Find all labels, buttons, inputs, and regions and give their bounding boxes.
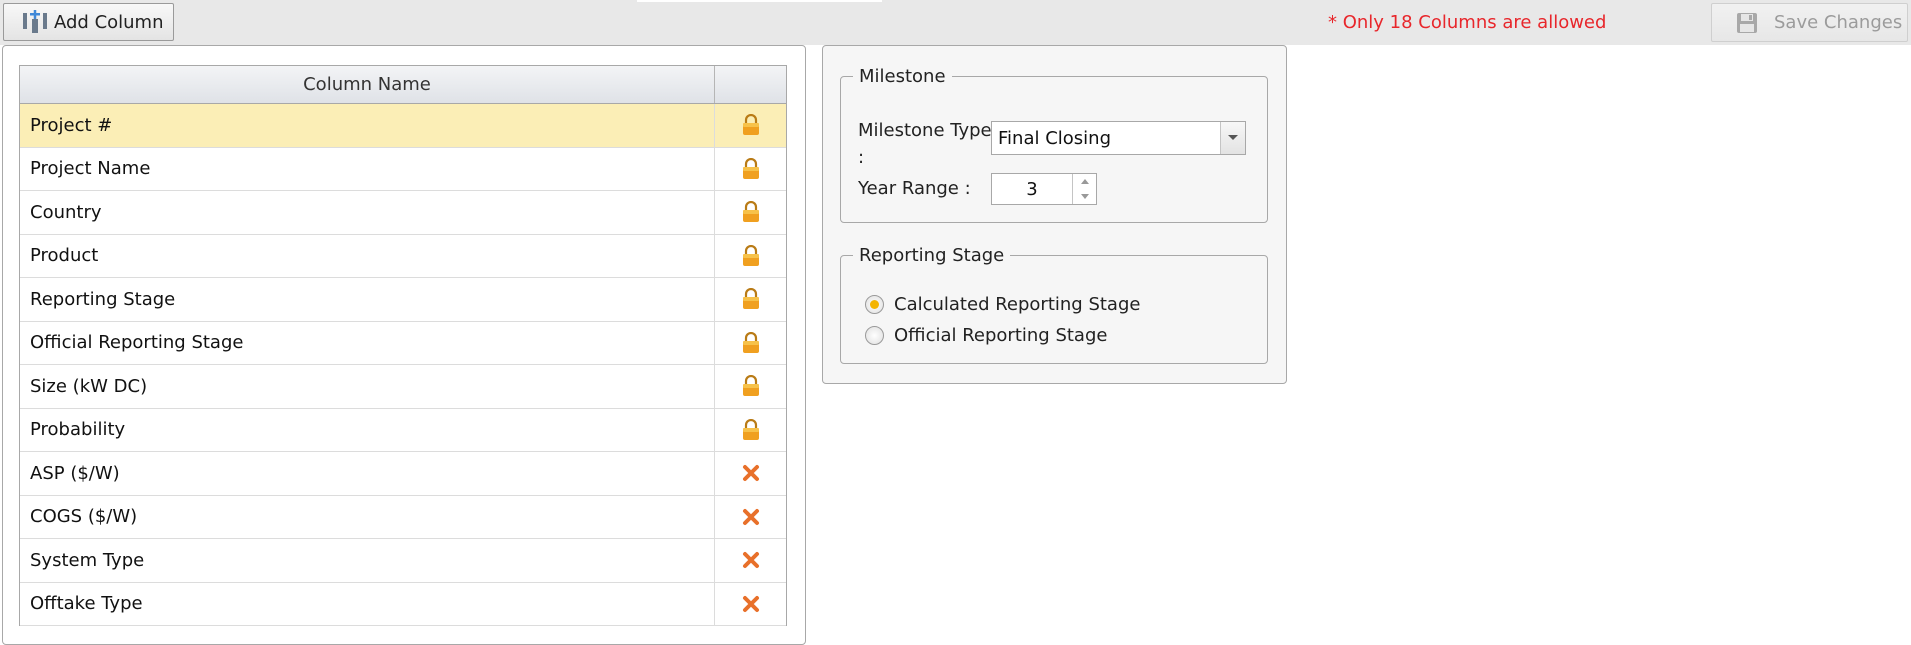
milestone-group: Milestone Milestone Type : Final Closing… bbox=[840, 66, 1268, 223]
remove-icon[interactable] bbox=[715, 496, 786, 539]
column-name-cell[interactable]: Project Name bbox=[20, 147, 715, 190]
year-range-label: Year Range : bbox=[858, 178, 971, 199]
table-row[interactable]: Product bbox=[20, 234, 786, 278]
calculated-stage-option[interactable]: Calculated Reporting Stage bbox=[865, 294, 1140, 315]
year-range-value[interactable]: 3 bbox=[992, 174, 1072, 204]
reporting-stage-group: Reporting Stage Calculated Reporting Sta… bbox=[840, 245, 1268, 364]
table-row[interactable]: Reporting Stage bbox=[20, 278, 786, 322]
lock-icon bbox=[715, 278, 786, 321]
calculated-stage-radio[interactable] bbox=[865, 295, 884, 314]
table-row[interactable]: ASP ($/W) bbox=[20, 452, 786, 496]
lock-icon bbox=[715, 235, 786, 278]
milestone-type-colon: : bbox=[858, 147, 865, 168]
official-stage-radio[interactable] bbox=[865, 326, 884, 345]
column-name-cell[interactable]: System Type bbox=[20, 539, 715, 582]
remove-icon[interactable] bbox=[715, 539, 786, 582]
column-name-cell[interactable]: Product bbox=[20, 234, 715, 277]
add-column-button[interactable]: Add Column bbox=[3, 3, 174, 41]
calculated-stage-label: Calculated Reporting Stage bbox=[894, 294, 1141, 315]
column-name-cell[interactable]: Official Reporting Stage bbox=[20, 321, 715, 364]
lock-icon bbox=[715, 365, 786, 408]
columns-grid: Column Name Project # Project Name Country… bbox=[19, 65, 787, 626]
column-name-cell[interactable]: Reporting Stage bbox=[20, 278, 715, 321]
table-row[interactable]: Project # bbox=[20, 104, 786, 148]
column-name-cell[interactable]: Country bbox=[20, 191, 715, 234]
remove-icon[interactable] bbox=[715, 583, 786, 626]
lock-icon bbox=[715, 409, 786, 452]
column-name-cell[interactable]: ASP ($/W) bbox=[20, 452, 715, 495]
table-row[interactable]: Size (kW DC) bbox=[20, 365, 786, 409]
table-row[interactable]: Official Reporting Stage bbox=[20, 321, 786, 365]
remove-icon[interactable] bbox=[715, 452, 786, 495]
table-row[interactable]: Project Name bbox=[20, 147, 786, 191]
column-name-cell[interactable]: Probability bbox=[20, 408, 715, 451]
save-changes-button[interactable]: Save Changes bbox=[1711, 3, 1908, 42]
milestone-type-value: Final Closing bbox=[998, 127, 1112, 149]
save-changes-label: Save Changes bbox=[1774, 12, 1903, 33]
column-name-cell[interactable]: Project # bbox=[20, 104, 715, 147]
table-row[interactable]: COGS ($/W) bbox=[20, 495, 786, 539]
lock-icon bbox=[715, 191, 786, 234]
column-name-cell[interactable]: COGS ($/W) bbox=[20, 495, 715, 538]
settings-panel: Milestone Milestone Type : Final Closing… bbox=[822, 45, 1287, 384]
grid-header: Column Name bbox=[20, 66, 786, 104]
milestone-type-label: Milestone Type bbox=[858, 120, 992, 141]
add-column-icon bbox=[23, 10, 47, 33]
column-limit-warning: * Only 18 Columns are allowed bbox=[1328, 12, 1607, 33]
column-name-header[interactable]: Column Name bbox=[20, 66, 715, 103]
table-row[interactable]: Probability bbox=[20, 408, 786, 452]
column-name-cell[interactable]: Size (kW DC) bbox=[20, 365, 715, 408]
year-range-stepper[interactable]: 3 bbox=[991, 173, 1097, 205]
table-row[interactable]: System Type bbox=[20, 539, 786, 583]
chevron-down-icon[interactable] bbox=[1220, 122, 1245, 154]
reporting-stage-legend: Reporting Stage bbox=[859, 245, 1005, 266]
official-stage-label: Official Reporting Stage bbox=[894, 325, 1108, 346]
toolbar bbox=[0, 0, 1911, 45]
stepper-arrows bbox=[1072, 174, 1096, 204]
grid-body: Project # Project Name Country Product Repor… bbox=[20, 104, 786, 626]
milestone-legend: Milestone bbox=[859, 66, 946, 87]
save-icon bbox=[1737, 12, 1757, 33]
add-column-label: Add Column bbox=[54, 11, 164, 33]
milestone-type-select[interactable]: Final Closing bbox=[991, 121, 1246, 155]
tab-highlight bbox=[637, 0, 882, 2]
stepper-down-icon[interactable] bbox=[1073, 189, 1096, 204]
lock-icon bbox=[715, 148, 786, 191]
official-stage-option[interactable]: Official Reporting Stage bbox=[865, 325, 1107, 346]
lock-icon bbox=[715, 322, 786, 365]
columns-panel: Column Name Project # Project Name Country… bbox=[2, 45, 806, 645]
radio-selected-dot bbox=[870, 300, 879, 309]
table-row[interactable]: Offtake Type bbox=[20, 582, 786, 626]
lock-icon bbox=[715, 104, 786, 147]
table-row[interactable]: Country bbox=[20, 191, 786, 235]
column-name-cell[interactable]: Offtake Type bbox=[20, 582, 715, 625]
action-header bbox=[715, 66, 786, 103]
stepper-up-icon[interactable] bbox=[1073, 174, 1096, 189]
